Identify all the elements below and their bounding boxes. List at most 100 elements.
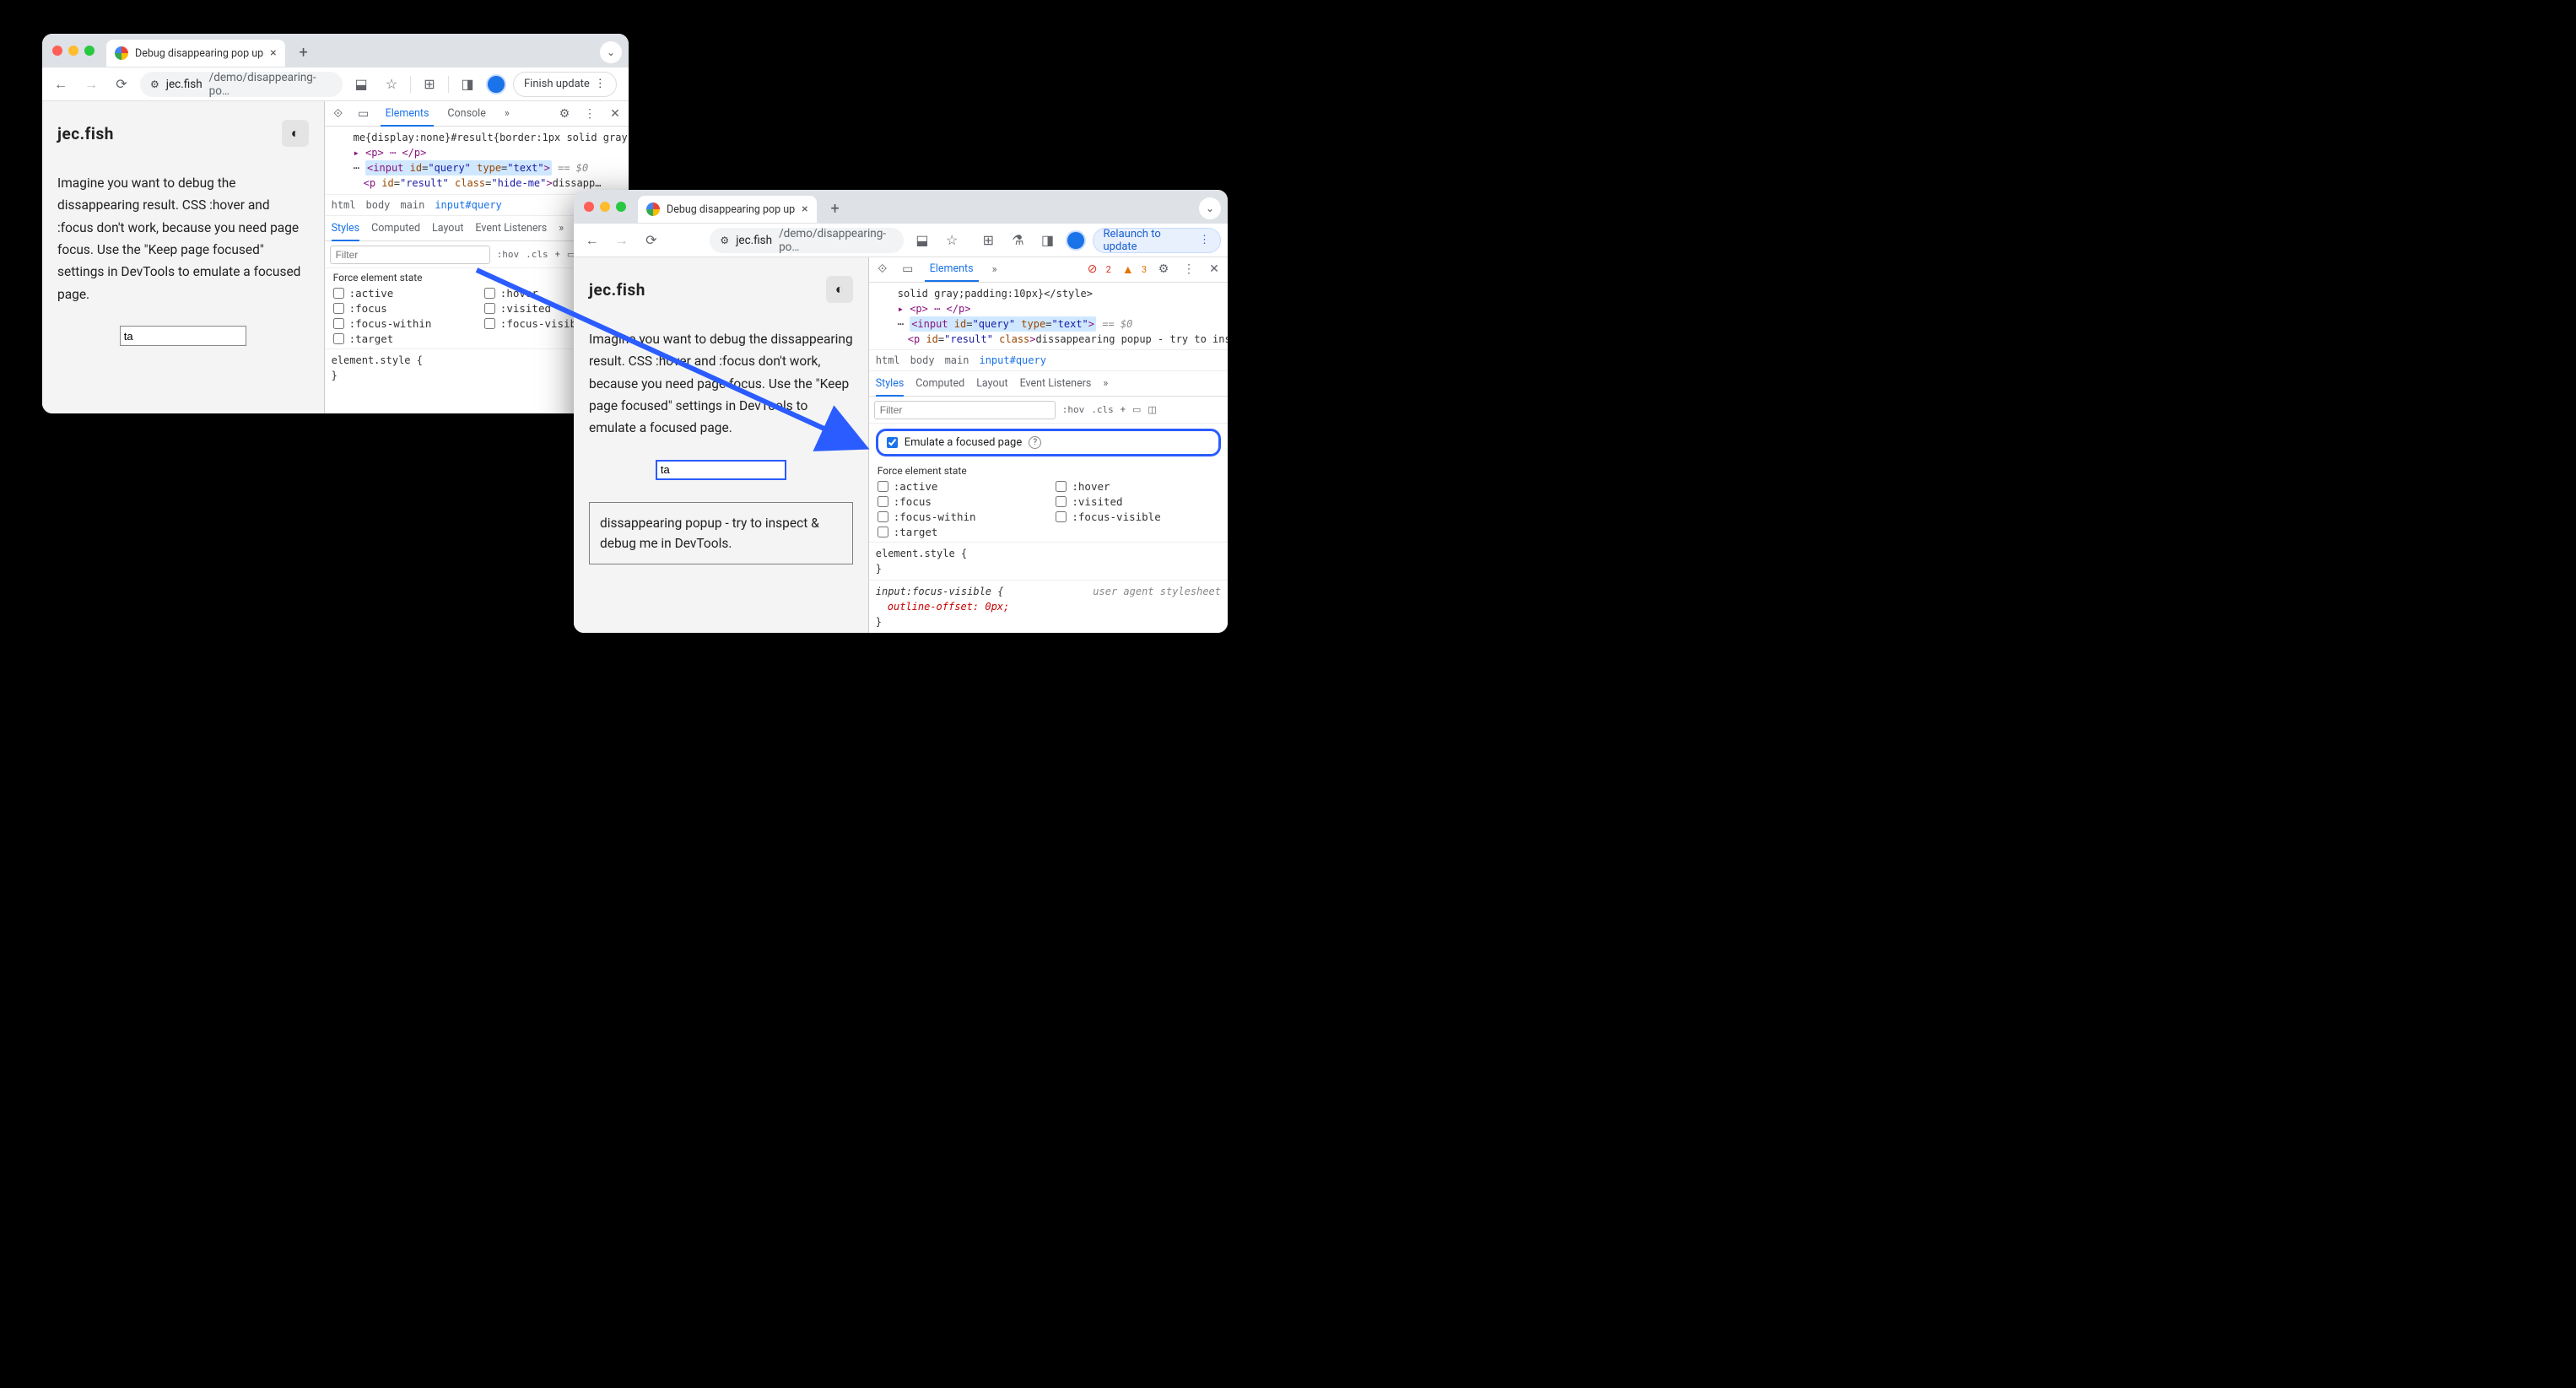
address-bar[interactable]: ⚙ jec.fish/demo/disappearing-po…: [710, 228, 904, 253]
browser-tab[interactable]: Debug disappearing pop up ×: [638, 196, 817, 223]
state-visited[interactable]: :visited: [1056, 495, 1219, 508]
emulate-focused-checkbox[interactable]: [887, 437, 898, 448]
query-input[interactable]: [656, 460, 786, 480]
new-style-button[interactable]: +: [555, 249, 560, 260]
state-target[interactable]: :target: [878, 526, 1041, 538]
tab-elements[interactable]: Elements: [381, 102, 435, 127]
sidepanel-button[interactable]: ◨: [1036, 229, 1059, 252]
profile-avatar[interactable]: [486, 74, 506, 95]
tab-more[interactable]: »: [500, 101, 515, 126]
minimize-window-button[interactable]: [600, 202, 610, 212]
intro-paragraph: Imagine you want to debug the dissappear…: [589, 328, 853, 440]
subtab-layout[interactable]: Layout: [976, 371, 1007, 396]
tab-elements[interactable]: Elements: [925, 258, 979, 283]
inspect-icon[interactable]: ⟐: [330, 107, 347, 121]
update-button[interactable]: Finish update⋮: [513, 72, 617, 97]
subtab-more[interactable]: »: [1103, 371, 1108, 396]
subtab-computed[interactable]: Computed: [915, 371, 964, 396]
help-icon[interactable]: ?: [1029, 436, 1041, 449]
state-focus-within[interactable]: :focus-within: [333, 317, 469, 330]
labs-button[interactable]: ⚗: [1007, 229, 1029, 252]
subtab-computed[interactable]: Computed: [371, 216, 420, 240]
reload-button[interactable]: ⟳: [640, 229, 662, 252]
warnings-icon[interactable]: ▲: [1120, 262, 1137, 277]
sidepanel-button[interactable]: ◨: [456, 73, 479, 96]
state-focus[interactable]: :focus: [878, 495, 1041, 508]
extensions-button[interactable]: ⊞: [977, 229, 1000, 252]
back-button[interactable]: ←: [581, 229, 603, 252]
css-rule-ua[interactable]: user agent stylesheet input:focus-visibl…: [869, 580, 1228, 633]
dom-breadcrumb[interactable]: html body main input#query: [869, 349, 1228, 371]
subtab-more[interactable]: »: [559, 216, 564, 240]
close-devtools-button[interactable]: ✕: [607, 107, 624, 121]
layout-tool-icon[interactable]: ◫: [1148, 404, 1156, 415]
more-menu-icon[interactable]: ⋮: [1180, 262, 1197, 276]
subtab-layout[interactable]: Layout: [432, 216, 463, 240]
tab-search-button[interactable]: ⌄: [600, 41, 622, 63]
close-tab-button[interactable]: ×: [802, 203, 807, 216]
reload-button[interactable]: ⟳: [110, 73, 133, 96]
state-hover[interactable]: :hover: [1056, 480, 1219, 493]
maximize-window-button[interactable]: [616, 202, 626, 212]
state-active[interactable]: :active: [333, 287, 469, 300]
more-menu-icon[interactable]: ⋮: [581, 107, 598, 121]
settings-icon[interactable]: ⚙: [556, 107, 573, 121]
css-rules[interactable]: element.style { }: [869, 542, 1228, 580]
subtab-event-listeners[interactable]: Event Listeners: [475, 216, 547, 240]
install-button[interactable]: ⬓: [349, 73, 373, 96]
computed-toggle-icon[interactable]: ▭: [1132, 404, 1141, 415]
forward-button[interactable]: →: [610, 229, 633, 252]
browser-tab[interactable]: Debug disappearing pop up ×: [106, 40, 285, 67]
state-target[interactable]: :target: [333, 332, 469, 345]
site-brand[interactable]: jec.fish: [589, 280, 645, 300]
cls-toggle[interactable]: .cls: [1091, 404, 1114, 415]
errors-icon[interactable]: ⊘: [1084, 262, 1101, 276]
bookmark-button[interactable]: ☆: [941, 229, 964, 252]
tab-more[interactable]: »: [987, 257, 1002, 282]
subtab-styles[interactable]: Styles: [332, 217, 360, 241]
device-toolbar-icon[interactable]: ▭: [899, 262, 916, 276]
cls-toggle[interactable]: .cls: [526, 249, 548, 260]
bookmark-button[interactable]: ☆: [380, 73, 403, 96]
update-button[interactable]: Relaunch to update⋮: [1093, 228, 1221, 253]
state-focus-within[interactable]: :focus-within: [878, 510, 1041, 523]
forward-button[interactable]: →: [79, 73, 103, 96]
styles-filter-input[interactable]: [330, 246, 490, 264]
tab-search-button[interactable]: ⌄: [1199, 197, 1221, 219]
dom-tree[interactable]: solid gray;padding:10px}</style> ▸ <p> ⋯…: [869, 283, 1228, 350]
site-brand[interactable]: jec.fish: [57, 124, 114, 143]
styles-filter-input[interactable]: [874, 401, 1056, 419]
hov-toggle[interactable]: :hov: [497, 249, 520, 260]
minimize-window-button[interactable]: [68, 46, 78, 56]
close-devtools-button[interactable]: ✕: [1206, 262, 1223, 276]
hov-toggle[interactable]: :hov: [1062, 404, 1085, 415]
install-button[interactable]: ⬓: [910, 229, 933, 252]
theme-toggle[interactable]: ◐: [282, 120, 309, 147]
maximize-window-button[interactable]: [84, 46, 95, 56]
new-tab-button[interactable]: +: [292, 41, 316, 64]
state-active[interactable]: :active: [878, 480, 1041, 493]
device-toolbar-icon[interactable]: ▭: [355, 107, 372, 121]
subtab-styles[interactable]: Styles: [876, 372, 905, 397]
site-settings-icon[interactable]: ⚙: [720, 235, 729, 246]
site-settings-icon[interactable]: ⚙: [150, 78, 159, 90]
state-focus[interactable]: :focus: [333, 302, 469, 315]
close-window-button[interactable]: [52, 46, 62, 56]
tab-console[interactable]: Console: [442, 101, 490, 126]
address-bar[interactable]: ⚙ jec.fish/demo/disappearing-po…: [140, 72, 343, 97]
theme-toggle[interactable]: ◐: [826, 276, 853, 303]
settings-icon[interactable]: ⚙: [1155, 262, 1172, 276]
dom-tree[interactable]: me{display:none}#result{border:1px solid…: [325, 127, 629, 194]
state-focus-visible[interactable]: :focus-visible: [1056, 510, 1219, 523]
close-tab-button[interactable]: ×: [270, 46, 276, 60]
new-tab-button[interactable]: +: [824, 197, 847, 220]
back-button[interactable]: ←: [49, 73, 73, 96]
subtab-event-listeners[interactable]: Event Listeners: [1020, 371, 1092, 396]
profile-avatar[interactable]: [1066, 230, 1085, 251]
query-input[interactable]: [120, 326, 246, 346]
close-window-button[interactable]: [584, 202, 594, 212]
emulate-focused-page[interactable]: Emulate a focused page ?: [876, 429, 1221, 456]
new-style-button[interactable]: +: [1121, 404, 1126, 415]
inspect-icon[interactable]: ⟐: [874, 262, 891, 276]
extensions-button[interactable]: ⊞: [418, 73, 441, 96]
